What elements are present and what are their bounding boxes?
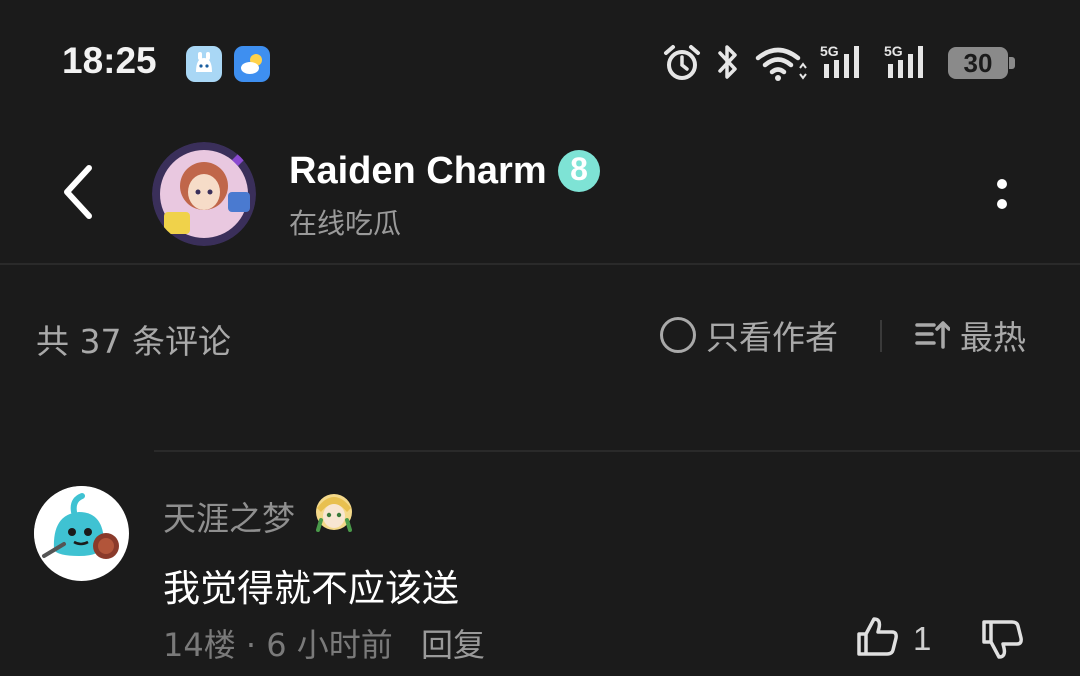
weather-icon	[234, 46, 270, 82]
sort-button[interactable]: 最热	[914, 313, 1026, 357]
battery-level: 30	[963, 48, 993, 78]
commenter-name[interactable]: 天涯之梦	[163, 492, 295, 540]
comment-text: 我觉得就不应该送	[163, 567, 459, 610]
level-number: 8	[570, 151, 588, 187]
signal-5g-icon-2: 5G	[884, 42, 936, 86]
radio-circle-icon	[660, 317, 696, 353]
thumbs-down-icon[interactable]	[980, 616, 1026, 662]
profile-avatar[interactable]	[152, 142, 256, 246]
comment-count: 共 37 条评论	[36, 322, 231, 361]
app-notification-icon	[186, 46, 222, 82]
header-divider	[0, 263, 1080, 265]
sort-label: 最热	[960, 318, 1026, 357]
comment-meta: 14楼 · 6 小时前	[163, 626, 393, 664]
signal-5g-icon: 5G	[820, 42, 872, 86]
svg-text:5G: 5G	[884, 43, 903, 59]
comment-divider	[154, 450, 1080, 452]
more-options-button[interactable]	[982, 170, 1022, 220]
profile-title: Raiden Charm	[289, 150, 547, 192]
like-count: 1	[913, 620, 932, 657]
alarm-icon	[662, 44, 702, 86]
svg-text:5G: 5G	[820, 43, 839, 59]
profile-subtitle: 在线吃瓜	[289, 207, 402, 240]
battery-nub	[1009, 57, 1015, 69]
thumbs-up-icon[interactable]	[855, 614, 901, 660]
filter-separator	[880, 320, 882, 352]
wifi-icon	[754, 44, 810, 88]
sort-icon	[915, 321, 950, 349]
back-button[interactable]	[55, 160, 103, 224]
author-only-label: 只看作者	[706, 318, 838, 357]
status-time: 18:25	[62, 40, 157, 81]
commenter-avatar[interactable]	[34, 486, 129, 581]
author-only-toggle[interactable]: 只看作者	[660, 313, 838, 357]
reply-button[interactable]: 回复	[421, 620, 485, 666]
bluetooth-icon	[713, 42, 743, 86]
user-badge-icon	[313, 490, 355, 532]
